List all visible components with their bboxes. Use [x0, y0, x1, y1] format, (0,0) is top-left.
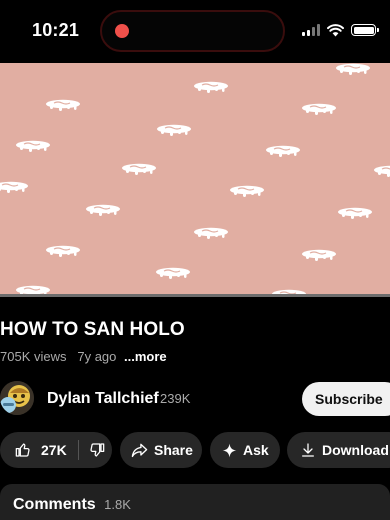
recording-indicator-icon — [115, 24, 129, 38]
video-pattern-cloud — [193, 81, 229, 94]
subscriber-count: 239K — [160, 391, 191, 406]
view-count: 705K views — [0, 349, 67, 364]
video-pattern-cloud — [155, 267, 191, 280]
video-pattern-cloud — [156, 124, 192, 137]
subscribe-button[interactable]: Subscribe — [302, 382, 390, 416]
status-bar: 10:21 — [0, 0, 390, 62]
system-icons — [302, 22, 379, 38]
ask-button[interactable]: Ask — [210, 432, 280, 468]
video-pattern-cloud — [373, 165, 390, 178]
thumbs-down-icon[interactable] — [89, 442, 105, 458]
video-pattern-cloud — [45, 245, 81, 258]
video-pattern-cloud — [301, 103, 337, 116]
share-button[interactable]: Share — [120, 432, 202, 468]
thumbs-up-icon[interactable] — [15, 442, 31, 458]
video-player[interactable] — [0, 63, 390, 296]
share-label: Share — [154, 442, 193, 458]
channel-avatar[interactable] — [0, 381, 34, 415]
video-pattern-cloud — [15, 140, 51, 153]
video-pattern-cloud — [85, 204, 121, 217]
video-progress-bar[interactable] — [0, 294, 390, 297]
wifi-icon — [327, 23, 344, 36]
video-pattern-cloud — [337, 207, 373, 220]
comments-count: 1.8K — [104, 497, 131, 512]
cellular-signal-icon — [302, 24, 320, 36]
video-pattern-cloud — [193, 227, 229, 240]
battery-icon — [351, 24, 379, 36]
video-pattern-cloud — [0, 181, 29, 194]
avatar-image — [0, 381, 34, 415]
share-icon — [131, 443, 148, 458]
video-pattern-cloud — [335, 63, 371, 76]
download-button[interactable]: Download — [287, 432, 390, 468]
video-pattern-cloud — [45, 99, 81, 112]
comments-section[interactable]: Comments 1.8K — [0, 484, 390, 520]
video-meta[interactable]: 705K views 7y ago ...more — [0, 349, 167, 364]
video-pattern-cloud — [121, 163, 157, 176]
video-pattern-cloud — [265, 145, 301, 158]
chip-divider — [77, 440, 79, 460]
download-icon — [302, 443, 314, 457]
video-pattern-cloud — [229, 185, 265, 198]
like-dislike-chip: 27K — [0, 432, 112, 468]
like-count[interactable]: 27K — [41, 442, 67, 458]
dynamic-island — [100, 10, 285, 52]
comments-title: Comments — [13, 496, 96, 513]
status-time: 10:21 — [32, 20, 80, 40]
sparkle-icon — [222, 443, 237, 457]
upload-age: 7y ago — [77, 349, 117, 364]
download-label: Download — [322, 442, 389, 458]
more-link[interactable]: ...more — [124, 349, 167, 364]
ask-label: Ask — [243, 442, 269, 458]
video-pattern-cloud — [301, 249, 337, 262]
video-title: HOW TO SAN HOLO — [0, 319, 185, 340]
channel-name[interactable]: Dylan Tallchief — [47, 390, 159, 408]
